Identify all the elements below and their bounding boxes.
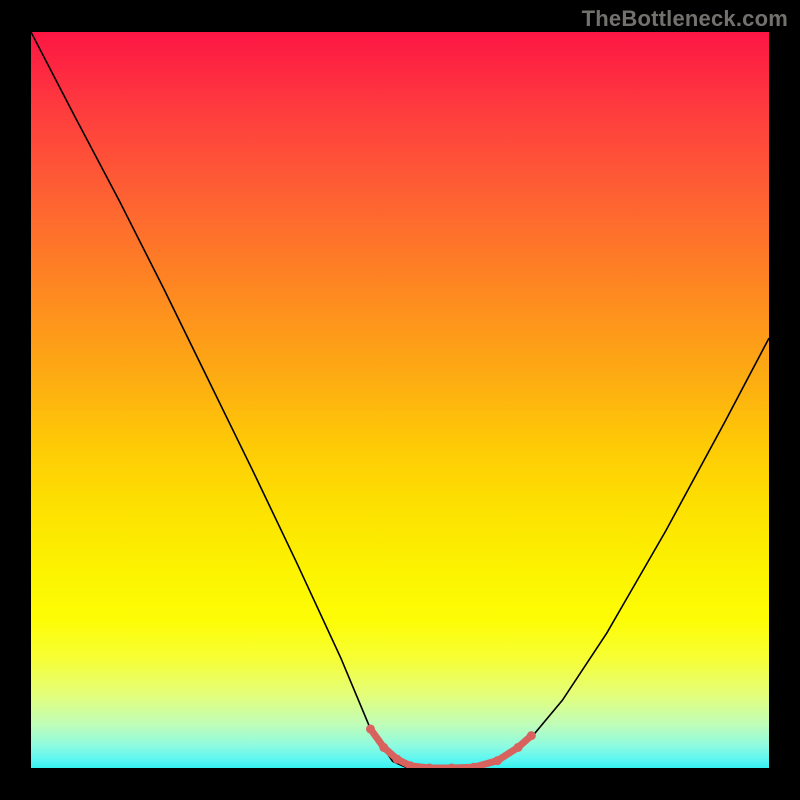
plot-background bbox=[31, 32, 769, 768]
watermark-text: TheBottleneck.com bbox=[582, 6, 788, 32]
chart-frame: TheBottleneck.com bbox=[0, 0, 800, 800]
